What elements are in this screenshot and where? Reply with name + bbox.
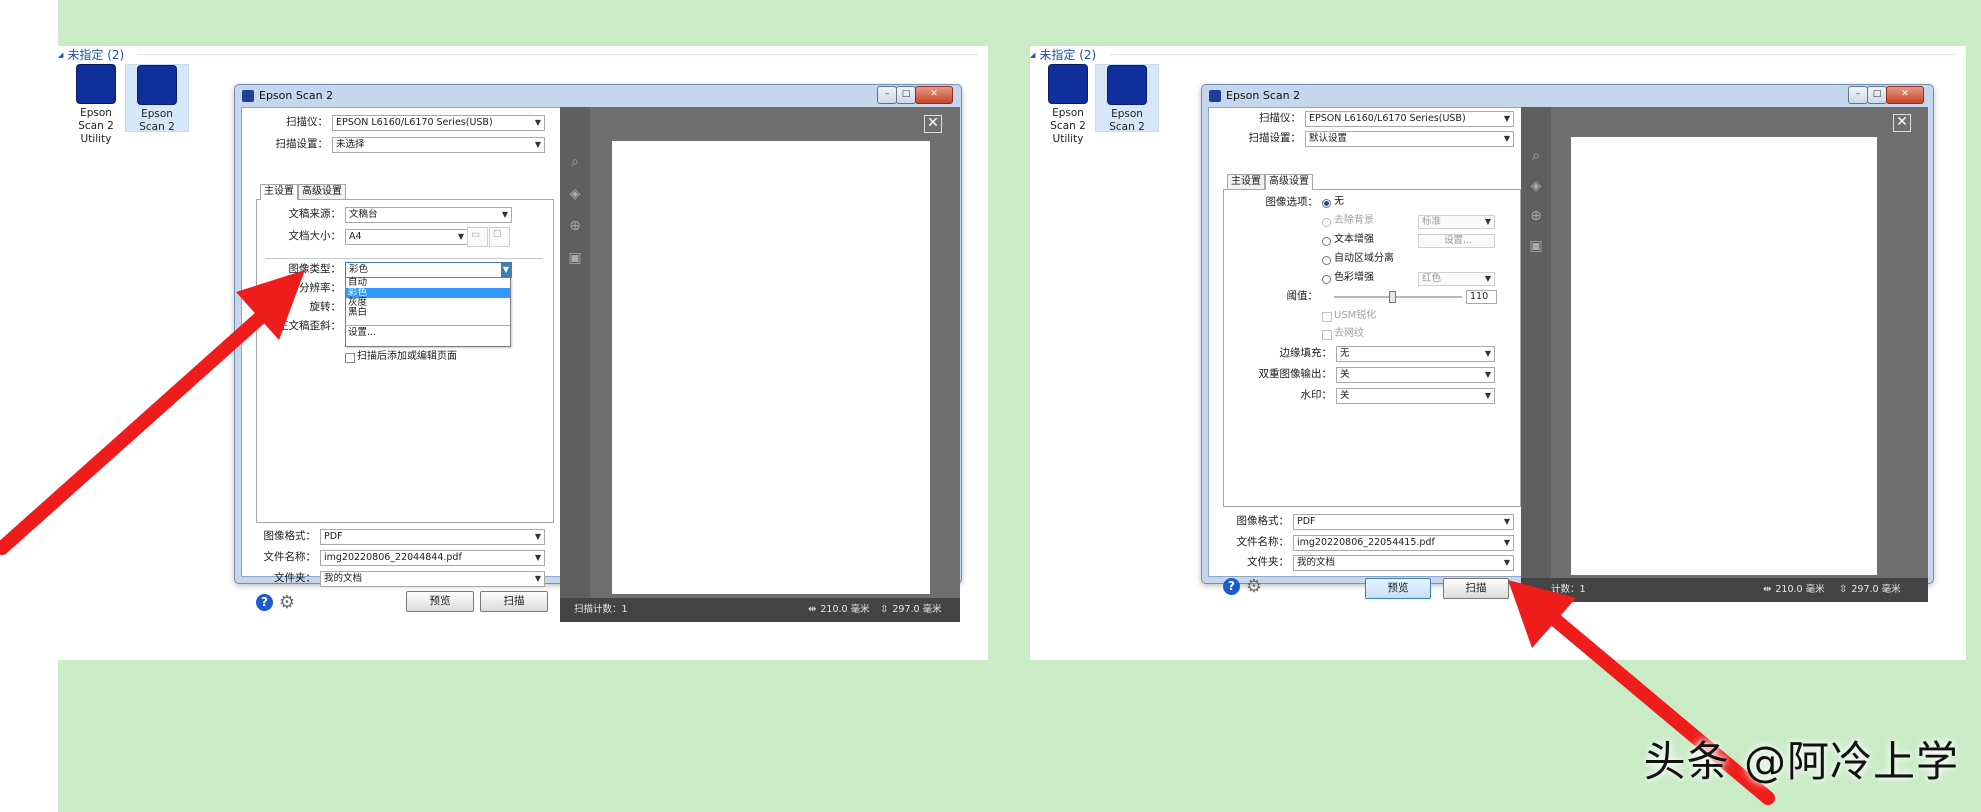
arrow-left [0, 270, 305, 555]
annotation-arrows [0, 270, 1775, 805]
source-watermark: 头条 @阿冷上学 [1643, 737, 1959, 786]
tab-main-settings[interactable]: 主设置 [260, 184, 298, 200]
tab-advanced-settings[interactable]: 高级设置 [1265, 174, 1313, 190]
